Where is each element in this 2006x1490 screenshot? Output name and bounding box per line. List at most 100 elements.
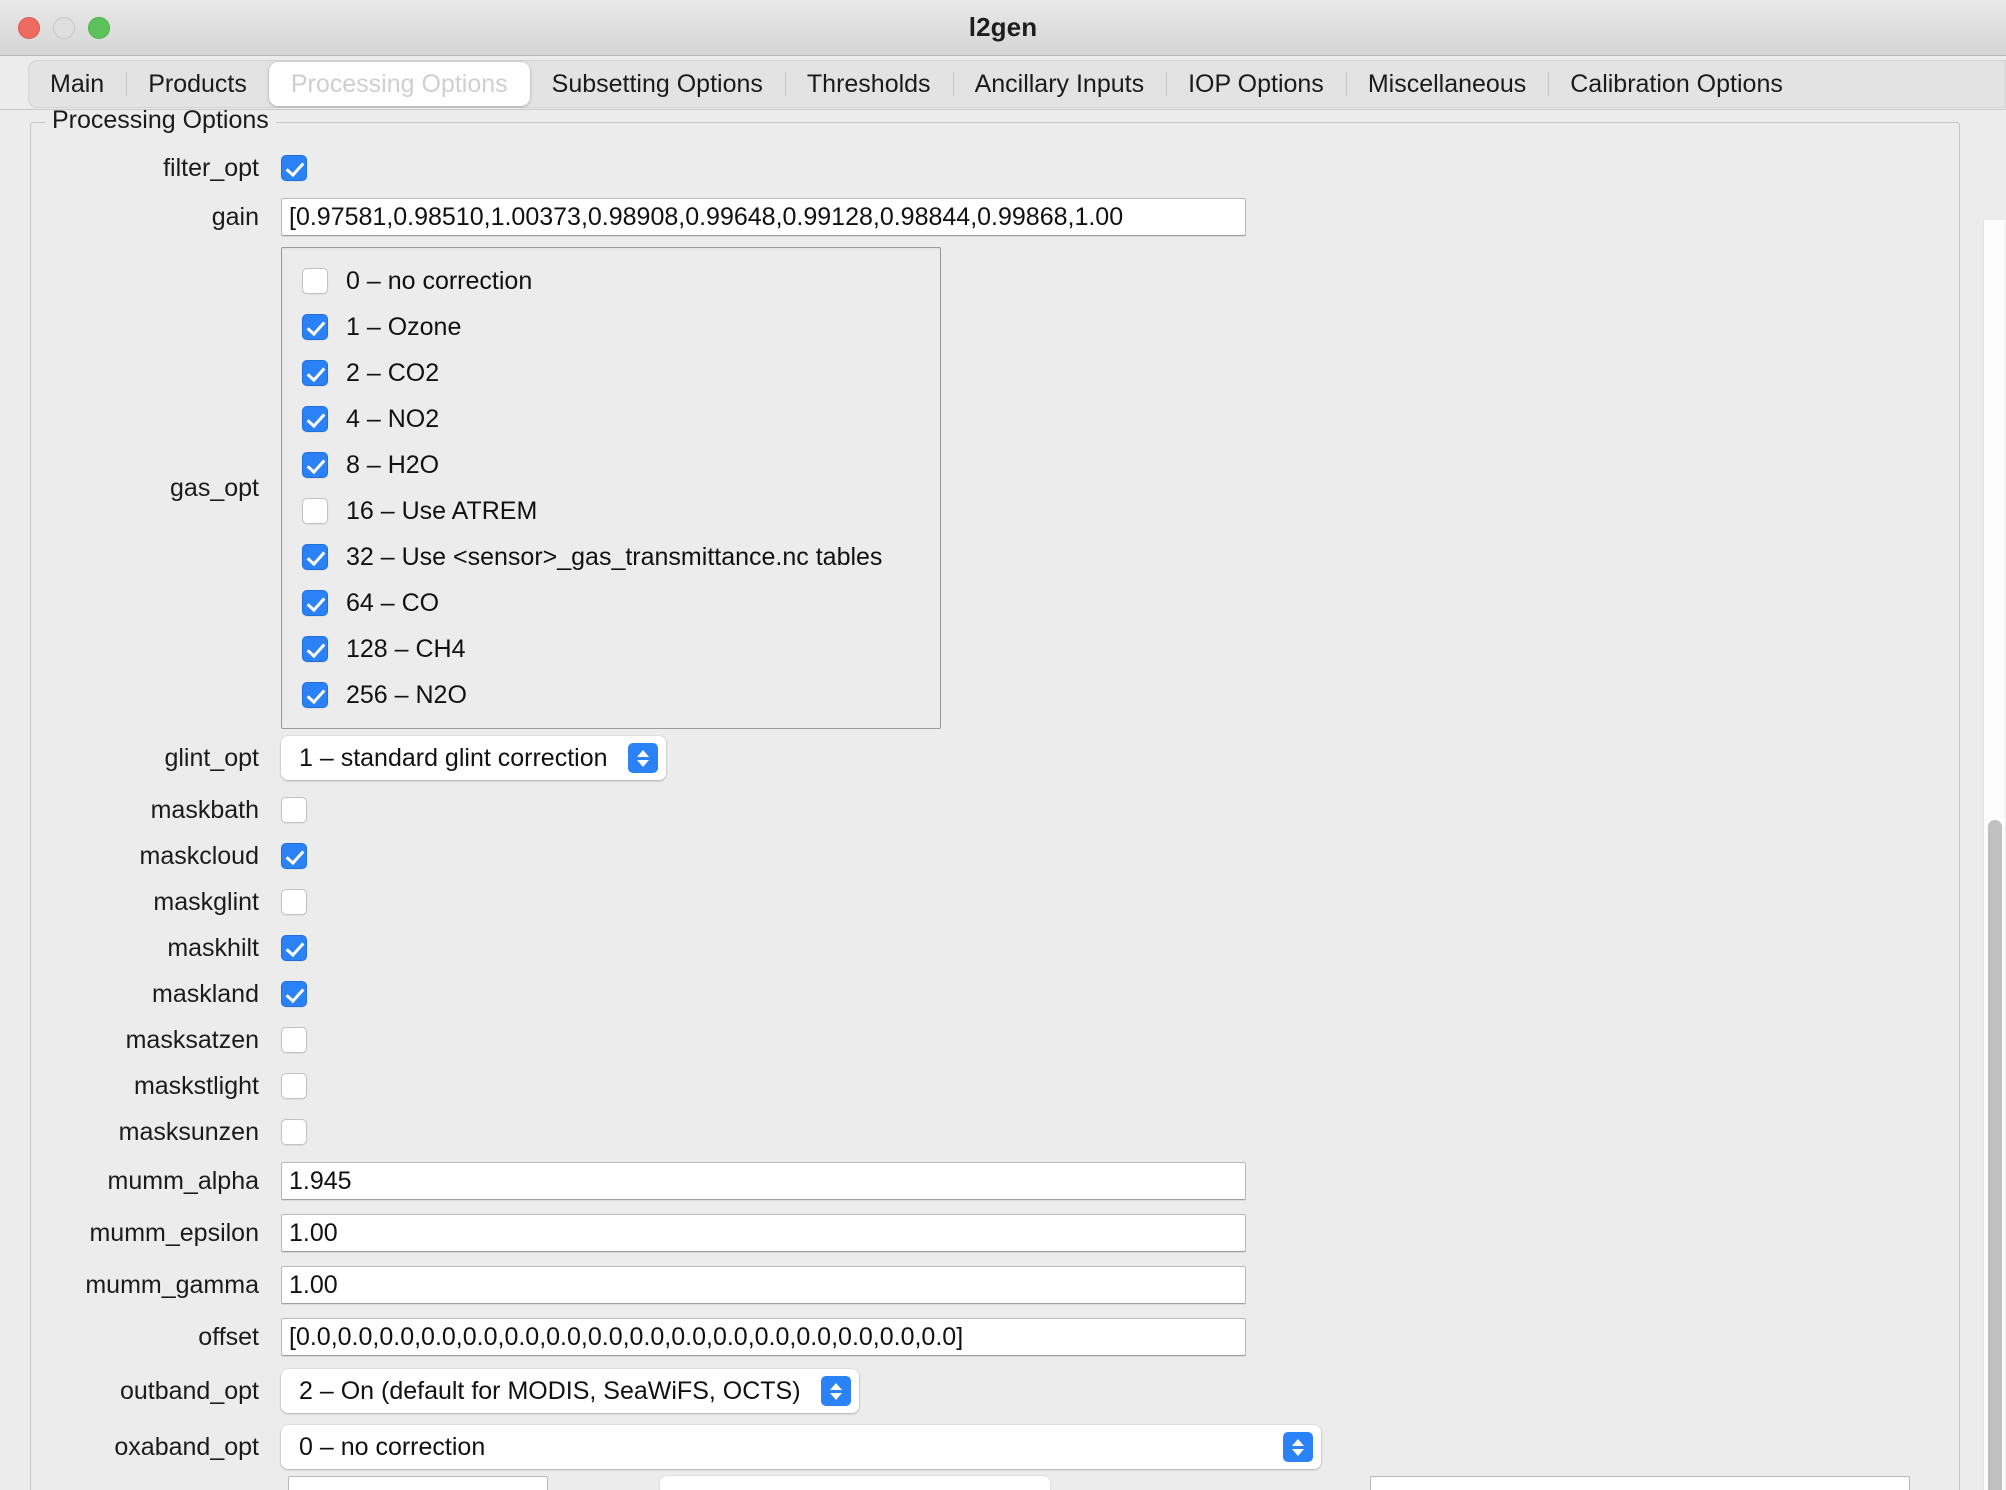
checkbox-gas-opt-8[interactable] bbox=[302, 452, 328, 478]
list-item[interactable]: 32 – Use <sensor>_gas_transmittance.nc t… bbox=[282, 534, 940, 580]
tab-label: Thresholds bbox=[806, 69, 931, 98]
list-item[interactable]: 128 – CH4 bbox=[282, 626, 940, 672]
dropdown-oxaband-opt[interactable]: 0 – no correction bbox=[281, 1425, 1321, 1469]
label-mumm-epsilon: mumm_epsilon bbox=[89, 1218, 259, 1247]
processing-options-groupbox: Processing Options filter_opt gain [0.97… bbox=[30, 110, 1960, 1490]
label-gain: gain bbox=[211, 202, 259, 231]
tab-bar-container: Main Products Processing Options Subsett… bbox=[0, 56, 2006, 110]
tab-products[interactable]: Products bbox=[126, 60, 269, 108]
row-maskland: maskland bbox=[31, 971, 1959, 1017]
dropdown-glint-opt[interactable]: 1 – standard glint correction bbox=[281, 736, 666, 780]
label-masksunzen: masksunzen bbox=[118, 1117, 259, 1146]
checkbox-maskcloud[interactable] bbox=[281, 843, 307, 869]
row-maskcloud: maskcloud bbox=[31, 833, 1959, 879]
checkbox-maskland[interactable] bbox=[281, 981, 307, 1007]
row-filter-opt: filter_opt bbox=[31, 145, 1959, 191]
label-filter-opt: filter_opt bbox=[163, 153, 259, 182]
options-form: filter_opt gain [0.97581,0.98510,1.00373… bbox=[31, 145, 1959, 1475]
checkbox-maskstlight[interactable] bbox=[281, 1073, 307, 1099]
checkbox-gas-opt-16[interactable] bbox=[302, 498, 328, 524]
label-maskstlight: maskstlight bbox=[133, 1071, 259, 1100]
tab-label: Processing Options bbox=[290, 69, 508, 98]
tab-ancillary-inputs[interactable]: Ancillary Inputs bbox=[952, 60, 1167, 108]
label-offset: offset bbox=[198, 1322, 259, 1351]
list-item-label: 256 – N2O bbox=[346, 680, 467, 709]
scrollbar-thumb[interactable] bbox=[1988, 820, 2002, 1490]
tab-subsetting-options[interactable]: Subsetting Options bbox=[530, 60, 785, 108]
list-item[interactable]: 64 – CO bbox=[282, 580, 940, 626]
label-maskglint: maskglint bbox=[153, 887, 259, 916]
row-mumm-gamma: mumm_gamma 1.00 bbox=[31, 1259, 1959, 1311]
checkbox-gas-opt-256[interactable] bbox=[302, 682, 328, 708]
dropdown-outband-opt[interactable]: 2 – On (default for MODIS, SeaWiFS, OCTS… bbox=[281, 1369, 859, 1413]
traffic-light-group bbox=[18, 16, 110, 39]
chevron-updown-icon[interactable] bbox=[627, 743, 658, 773]
checkbox-masksunzen[interactable] bbox=[281, 1119, 307, 1145]
input-mumm-alpha[interactable]: 1.945 bbox=[281, 1162, 1246, 1200]
tab-label: Products bbox=[148, 69, 247, 98]
label-outband-opt: outband_opt bbox=[119, 1376, 259, 1405]
checkbox-gas-opt-4[interactable] bbox=[302, 406, 328, 432]
checkbox-gas-opt-0[interactable] bbox=[302, 268, 328, 294]
tab-label: Main bbox=[50, 69, 105, 98]
list-item[interactable]: 8 – H2O bbox=[282, 442, 940, 488]
tab-label: IOP Options bbox=[1188, 69, 1324, 98]
close-button-icon[interactable] bbox=[18, 16, 40, 39]
checkbox-maskhilt[interactable] bbox=[281, 935, 307, 961]
tab-bar: Main Products Processing Options Subsett… bbox=[28, 60, 2006, 108]
dropdown-value: 0 – no correction bbox=[299, 1432, 486, 1461]
list-item[interactable]: 2 – CO2 bbox=[282, 350, 940, 396]
list-item[interactable]: 0 – no correction bbox=[282, 258, 940, 304]
label-gas-opt: gas_opt bbox=[170, 473, 259, 502]
checkbox-gas-opt-1[interactable] bbox=[302, 314, 328, 340]
title-bar: l2gen bbox=[0, 0, 2006, 56]
checkbox-gas-opt-64[interactable] bbox=[302, 590, 328, 616]
tab-iop-options[interactable]: IOP Options bbox=[1166, 60, 1346, 108]
dropdown-value: 2 – On (default for MODIS, SeaWiFS, OCTS… bbox=[299, 1376, 801, 1405]
chevron-updown-icon[interactable] bbox=[820, 1376, 851, 1406]
row-gas-opt: gas_opt 0 – no correction 1 – Ozone 2 – … bbox=[31, 247, 1959, 729]
label-oxaband-opt: oxaband_opt bbox=[114, 1432, 259, 1461]
chevron-updown-icon[interactable] bbox=[1283, 1432, 1313, 1462]
label-maskland: maskland bbox=[152, 979, 259, 1008]
list-item[interactable]: 1 – Ozone bbox=[282, 304, 940, 350]
tab-label: Ancillary Inputs bbox=[974, 69, 1145, 98]
input-gain[interactable]: [0.97581,0.98510,1.00373,0.98908,0.99648… bbox=[281, 198, 1246, 236]
window-title: l2gen bbox=[968, 12, 1038, 42]
minimize-button-icon[interactable] bbox=[53, 16, 75, 39]
processing-options-panel: Processing Options filter_opt gain [0.97… bbox=[0, 110, 2006, 1490]
label-mumm-alpha: mumm_alpha bbox=[107, 1166, 259, 1195]
checkbox-filter-opt[interactable] bbox=[281, 155, 307, 181]
list-item-label: 32 – Use <sensor>_gas_transmittance.nc t… bbox=[346, 542, 883, 571]
label-masksatzen: masksatzen bbox=[125, 1025, 259, 1054]
checkbox-masksatzen[interactable] bbox=[281, 1027, 307, 1053]
checkbox-gas-opt-2[interactable] bbox=[302, 360, 328, 386]
input-offset[interactable]: [0.0,0.0,0.0,0.0,0.0,0.0,0.0,0.0,0.0,0.0… bbox=[281, 1318, 1246, 1356]
checkbox-gas-opt-32[interactable] bbox=[302, 544, 328, 570]
tab-calibration-options[interactable]: Calibration Options bbox=[1548, 60, 1805, 108]
row-offset: offset [0.0,0.0,0.0,0.0,0.0,0.0,0.0,0.0,… bbox=[31, 1311, 1959, 1363]
checkbox-maskglint[interactable] bbox=[281, 889, 307, 915]
checkbox-list-gas-opt[interactable]: 0 – no correction 1 – Ozone 2 – CO2 4 – … bbox=[281, 247, 941, 729]
input-mumm-gamma[interactable]: 1.00 bbox=[281, 1266, 1246, 1304]
vertical-scrollbar[interactable] bbox=[1983, 220, 2005, 1490]
checkbox-gas-opt-128[interactable] bbox=[302, 636, 328, 662]
tab-miscellaneous[interactable]: Miscellaneous bbox=[1345, 60, 1548, 108]
tab-processing-options[interactable]: Processing Options bbox=[268, 62, 530, 106]
list-item[interactable]: 256 – N2O bbox=[282, 672, 940, 718]
row-masksatzen: masksatzen bbox=[31, 1017, 1959, 1063]
tab-main[interactable]: Main bbox=[28, 60, 126, 108]
maximize-button-icon[interactable] bbox=[88, 16, 110, 39]
input-mumm-epsilon[interactable]: 1.00 bbox=[281, 1214, 1246, 1252]
tab-thresholds[interactable]: Thresholds bbox=[784, 60, 953, 108]
list-item[interactable]: 16 – Use ATREM bbox=[282, 488, 940, 534]
checkbox-maskbath[interactable] bbox=[281, 797, 307, 823]
dropdown-value: 1 – standard glint correction bbox=[299, 743, 608, 772]
row-outband-opt: outband_opt 2 – On (default for MODIS, S… bbox=[31, 1363, 1959, 1419]
groupbox-title: Processing Options bbox=[45, 110, 276, 135]
label-maskhilt: maskhilt bbox=[167, 933, 259, 962]
row-mumm-epsilon: mumm_epsilon 1.00 bbox=[31, 1207, 1959, 1259]
list-item[interactable]: 4 – NO2 bbox=[282, 396, 940, 442]
app-window: l2gen Main Products Processing Options S… bbox=[0, 0, 2006, 1490]
label-maskbath: maskbath bbox=[150, 795, 259, 824]
